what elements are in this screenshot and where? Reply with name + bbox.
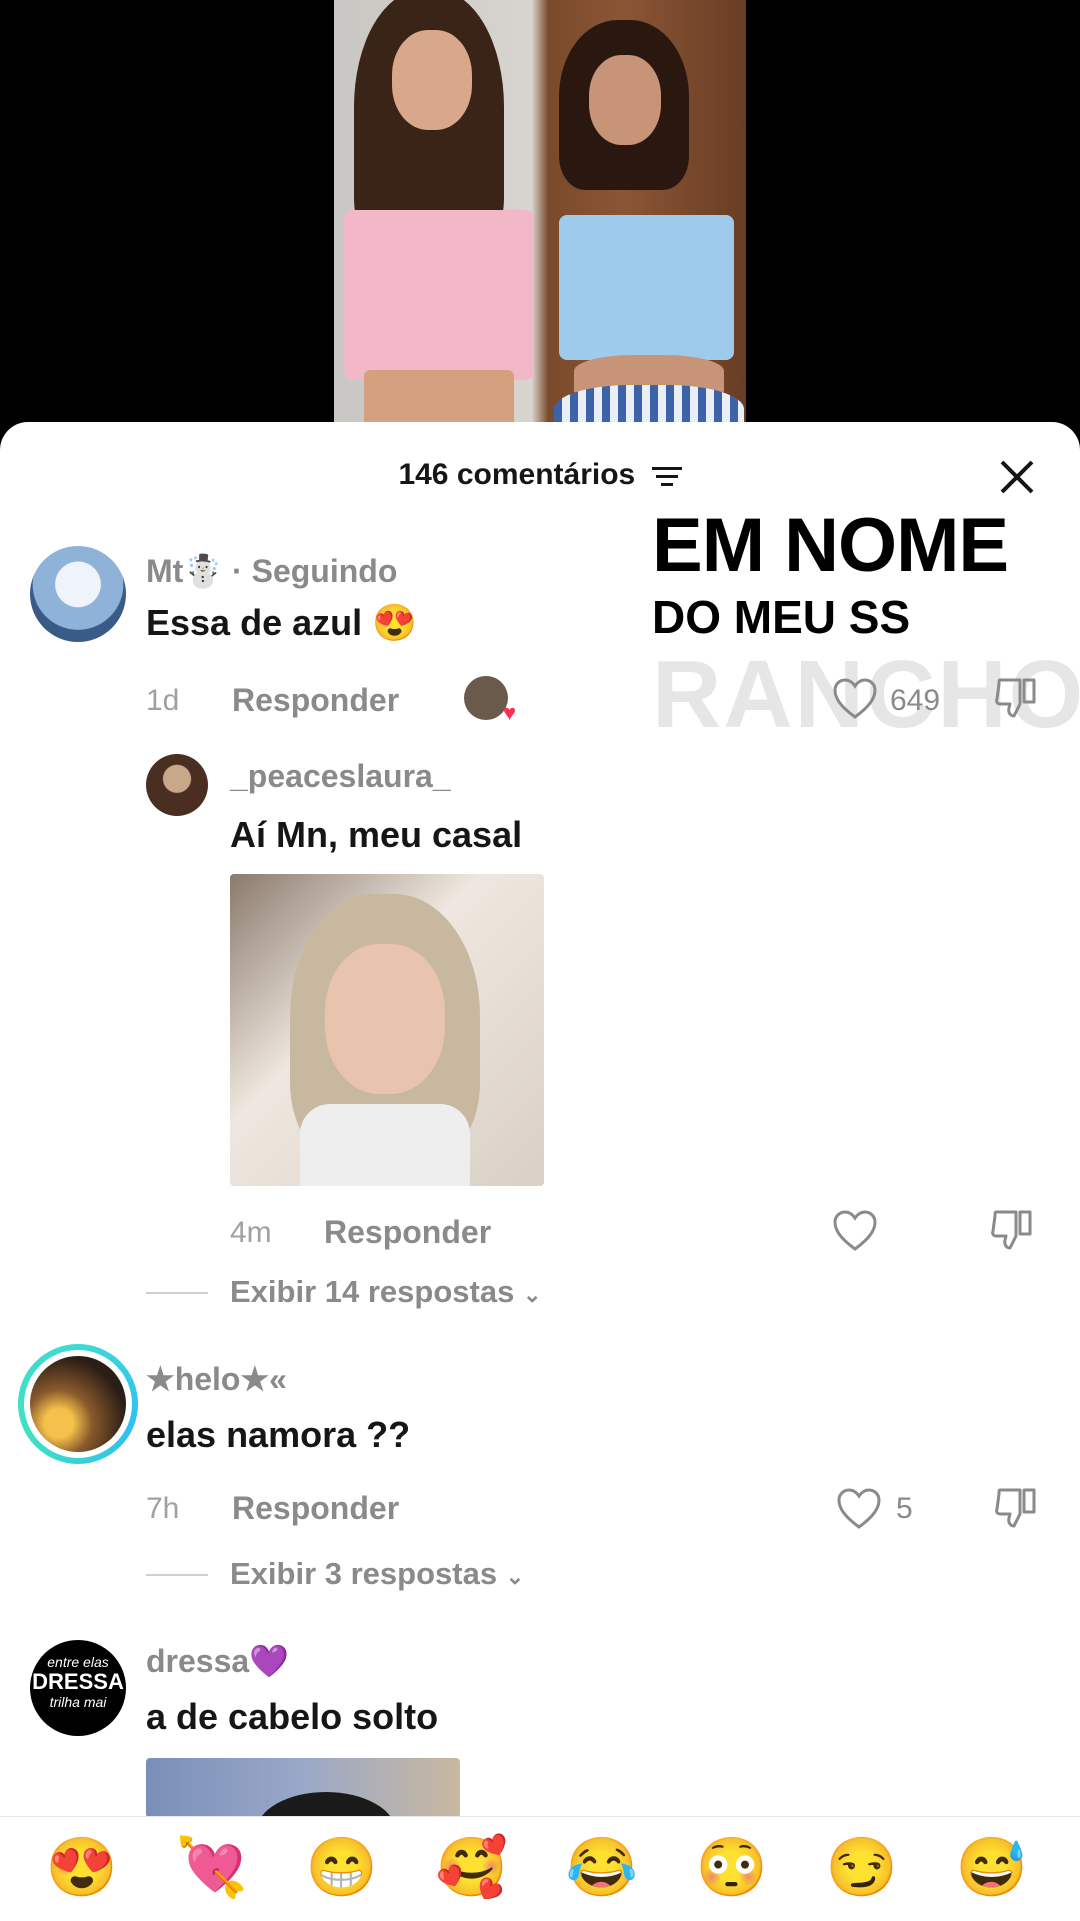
divider <box>146 1574 208 1576</box>
heart-outline-icon[interactable] <box>832 1210 878 1252</box>
heart-outline-icon[interactable] <box>832 678 878 720</box>
emoji-sweat-smile[interactable]: 😅 <box>952 1833 1032 1903</box>
emoji-quick-bar: 😍 💘 😁 🥰 😂 😳 😏 😅 <box>0 1816 1080 1921</box>
video-overlay-text: EM NOME DO MEU SS <box>652 506 1080 644</box>
emoji-heart-arrow[interactable]: 💘 <box>172 1833 252 1903</box>
comment-username[interactable]: Mt☃️ · Seguindo <box>146 552 397 590</box>
reply-button[interactable]: Responder <box>232 1490 399 1527</box>
comment-text: a de cabelo solto <box>146 1696 439 1737</box>
emoji-flushed[interactable]: 😳 <box>692 1833 772 1903</box>
dislike-icon[interactable] <box>994 674 1040 720</box>
comment-text: Essa de azul 😍 <box>146 602 417 643</box>
like-count: 649 <box>890 684 941 717</box>
avatar[interactable] <box>30 546 126 642</box>
comment-time: 4m <box>230 1216 272 1249</box>
dislike-icon[interactable] <box>994 1484 1040 1530</box>
heart-icon: ♥ <box>502 700 516 725</box>
emoji-smirk[interactable]: 😏 <box>822 1833 902 1903</box>
comment-username[interactable]: _peaceslaura_ <box>230 758 451 795</box>
comment-time: 1d <box>146 684 180 717</box>
comment-time: 7h <box>146 1492 180 1525</box>
comments-sheet: 146 comentários RANCHO EM NOME DO MEU SS… <box>0 422 1080 1920</box>
dislike-icon[interactable] <box>990 1206 1036 1252</box>
view-replies-button[interactable]: Exibir 3 respostas ⌄ <box>230 1556 524 1592</box>
divider <box>146 1292 208 1294</box>
overlay-line-1: EM NOME <box>652 503 1009 588</box>
close-icon[interactable] <box>998 458 1036 496</box>
avatar[interactable]: entre elas DRESSA trilha mai <box>30 1640 126 1736</box>
video-player[interactable] <box>0 0 1080 440</box>
following-label: · Seguindo <box>232 553 398 589</box>
comment-username[interactable]: ★helo★« <box>146 1360 287 1398</box>
reply-button[interactable]: Responder <box>232 682 399 719</box>
heart-outline-icon[interactable] <box>836 1488 882 1530</box>
video-frame <box>334 0 746 440</box>
reply-button[interactable]: Responder <box>324 1214 491 1251</box>
emoji-smiling-hearts[interactable]: 🥰 <box>432 1833 512 1903</box>
comment-gif-image[interactable] <box>146 1758 460 1818</box>
like-count: 5 <box>896 1492 913 1525</box>
comment-username[interactable]: dressa💜 <box>146 1642 289 1680</box>
avatar-story-ring[interactable] <box>18 1344 138 1464</box>
chevron-down-icon: ⌄ <box>522 1282 542 1307</box>
view-replies-button[interactable]: Exibir 14 respostas ⌄ <box>230 1274 541 1310</box>
chevron-down-icon: ⌄ <box>505 1564 525 1589</box>
emoji-heart-eyes[interactable]: 😍 <box>42 1833 122 1903</box>
comment-text: Aí Mn, meu casal <box>230 814 523 855</box>
emoji-grin[interactable]: 😁 <box>302 1833 382 1903</box>
sort-icon[interactable] <box>651 464 682 488</box>
comments-title[interactable]: 146 comentários <box>0 458 1080 492</box>
creator-liked-avatar: ♥ <box>464 676 516 725</box>
emoji-tears-of-joy[interactable]: 😂 <box>562 1833 642 1903</box>
comment-gif-image[interactable] <box>230 874 544 1186</box>
overlay-line-2: DO MEU SS <box>652 591 911 643</box>
avatar[interactable] <box>146 754 208 816</box>
comment-text: elas namora ?? <box>146 1414 411 1455</box>
